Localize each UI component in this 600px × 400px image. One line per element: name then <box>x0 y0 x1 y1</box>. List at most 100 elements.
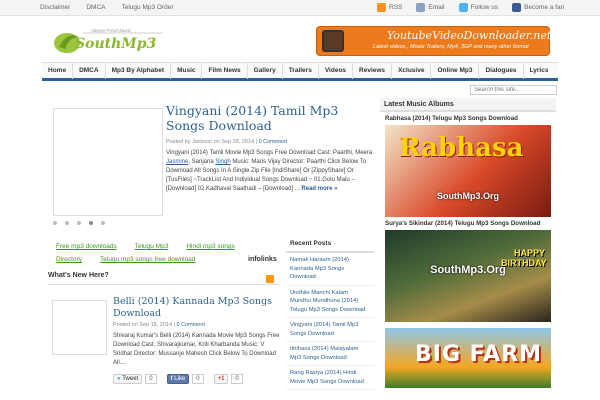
disclaimer-link[interactable]: Disclaimer <box>40 4 70 11</box>
recent-posts-heading: Recent Posts <box>286 240 374 253</box>
nav-xclusive[interactable]: Xclusive <box>392 63 432 79</box>
recent-post-link[interactable]: Namak Haraam (2014) Kannada Mp3 Songs Do… <box>286 253 374 286</box>
like-label: Like <box>174 376 186 382</box>
featured-comments[interactable]: 0 Comment <box>259 139 287 145</box>
slider-dot[interactable] <box>101 221 105 225</box>
nav-gallery[interactable]: Gallery <box>248 63 283 79</box>
tweet-button[interactable]: ● Tweet <box>113 374 143 384</box>
slider-dots <box>53 221 113 225</box>
post-title[interactable]: Belli (2014) Kannada Mp3 Songs Download <box>113 296 283 320</box>
sidebar-albums: Latest Music Albums Rabhasa (2014) Telug… <box>380 98 556 388</box>
rss-icon <box>377 3 386 12</box>
email-icon <box>416 3 426 12</box>
poster-title-art: BIG FARM <box>415 342 543 367</box>
ad-link[interactable]: Telugu Mp3 <box>135 243 169 250</box>
twitter-link[interactable]: Follow us <box>458 3 499 12</box>
ad-poster[interactable]: BIG FARM <box>385 328 551 388</box>
featured-byline: Posted by Jackson on Sep 28, 2014 <box>166 139 255 145</box>
post-date: Posted on Sep 18, 2014 <box>113 322 173 328</box>
nav-music[interactable]: Music <box>171 63 203 79</box>
post-meta: Posted on Sep 18, 2014 | 0 Comment <box>113 322 205 328</box>
recent-post-link[interactable]: Ithihasa (2014) Malayalam Mp3 Songs Down… <box>286 342 374 366</box>
featured-thumbnail[interactable] <box>53 108 163 216</box>
main-nav: Home DMCA Mp3 By Alphabet Music Film New… <box>42 62 558 81</box>
facebook-icon: f <box>170 376 173 382</box>
logo-text: SouthMp3 <box>75 36 157 52</box>
ad-links: Free mp3 downloads Telugu Mp3 Hindi mp3 … <box>56 243 276 269</box>
nav-home[interactable]: Home <box>42 63 74 79</box>
banner-subtitle: Latest videos , Movie Trailers, Mp4, 3GP… <box>373 44 529 50</box>
banner-title: YoutubeVideoDownloader.net <box>387 29 552 42</box>
recent-post-link[interactable]: Undhile Manchi Kalam Mundhu Mundhuna (20… <box>286 286 374 318</box>
ad-link[interactable]: Free mp3 downloads <box>56 243 117 250</box>
tv-icon <box>322 30 344 52</box>
infolinks-logo[interactable]: infolinks <box>248 256 277 263</box>
tweet-label: Tweet <box>122 376 139 382</box>
post-comments[interactable]: 0 Comment <box>177 322 205 328</box>
post-thumbnail[interactable] <box>52 300 107 355</box>
nav-film-news[interactable]: Film News <box>202 63 248 79</box>
nav-videos[interactable]: Videos <box>319 63 354 79</box>
album-poster[interactable]: HAPPY BIRTHDAY SouthMp3.Org <box>385 230 551 322</box>
nav-online-mp3[interactable]: Online Mp3 <box>431 63 480 79</box>
search-input[interactable] <box>470 85 557 95</box>
like-count: 0 <box>192 374 204 384</box>
jasmine-link[interactable]: Jasmine <box>166 159 188 165</box>
read-more-link[interactable]: Read more » <box>301 186 337 192</box>
ad-link[interactable]: Hindi mp3 songs <box>186 243 234 250</box>
top-links: Disclaimer DMCA Telugu Mp3 Order <box>40 4 190 11</box>
banner-ad[interactable]: YoutubeVideoDownloader.net Latest videos… <box>316 26 552 56</box>
rss-link[interactable]: RSS <box>377 3 402 12</box>
sidebar-heading: Latest Music Albums <box>380 98 556 112</box>
ad-link[interactable]: Directory <box>56 256 82 263</box>
logo-tagline: Always Fresh Music <box>91 28 132 33</box>
email-label: Email <box>428 4 445 11</box>
slider-dot[interactable] <box>53 221 57 225</box>
recent-post-link[interactable]: Vingyani (2014) Tamil Mp3 Songs Download <box>286 318 374 342</box>
slider-dot[interactable] <box>65 221 69 225</box>
excerpt-part: , Sanjana <box>188 159 216 165</box>
nav-dmca[interactable]: DMCA <box>73 63 106 79</box>
ad-link[interactable]: Telugu mp3 songs free download <box>100 256 195 263</box>
top-bar: Disclaimer DMCA Telugu Mp3 Order RSS Ema… <box>0 0 600 16</box>
like-button[interactable]: f Like <box>166 374 190 384</box>
tweet-count: 0 <box>145 374 157 384</box>
whats-new-heading: What's New Here? <box>48 272 278 285</box>
facebook-icon <box>512 3 522 12</box>
twitter-icon <box>458 3 468 12</box>
fan-label: Become a fan <box>524 4 565 11</box>
featured-slider: Vingyani (2014) Tamil Mp3 Songs Download… <box>48 98 373 233</box>
singh-link[interactable]: Singh <box>215 159 230 165</box>
recent-posts: Recent Posts Namak Haraam (2014) Kannada… <box>286 240 374 390</box>
telugu-order-link[interactable]: Telugu Mp3 Order <box>121 4 173 11</box>
follow-label: Follow us <box>470 4 499 11</box>
excerpt-part: Vingyani (2014) Tamil Movie Mp3 Songs Fr… <box>166 150 373 156</box>
album-poster[interactable]: Rabhasa SouthMp3.Org <box>385 125 551 217</box>
email-link[interactable]: Email <box>416 3 445 12</box>
featured-excerpt: Vingyani (2014) Tamil Movie Mp3 Songs Fr… <box>166 149 373 194</box>
poster-watermark: SouthMp3.Org <box>437 191 499 201</box>
recent-post-link[interactable]: Rang Rasiya (2014) Hindi Movie Mp3 Songs… <box>286 366 374 390</box>
social-links: RSS Email Follow us Become a fan <box>377 3 578 12</box>
dmca-top-link[interactable]: DMCA <box>86 4 105 11</box>
nav-trailers[interactable]: Trailers <box>283 63 319 79</box>
share-bar: ● Tweet 0 f Like 0 +1 0 <box>113 374 253 384</box>
nav-lyrics[interactable]: Lyrics <box>524 63 555 79</box>
site-logo[interactable]: Always Fresh Music SouthMp3 <box>53 23 173 59</box>
featured-meta: Posted by Jackson on Sep 28, 2014 | 0 Co… <box>166 139 287 145</box>
slider-dot-active[interactable] <box>89 221 93 225</box>
nav-mp3-by-alphabet[interactable]: Mp3 By Alphabet <box>106 63 172 79</box>
facebook-link[interactable]: Become a fan <box>512 3 564 12</box>
gplus-count: 0 <box>231 374 243 384</box>
nav-dialogues[interactable]: Dialogues <box>479 63 524 79</box>
rss-label: RSS <box>389 4 403 11</box>
poster-title-art: Rabhasa <box>399 133 524 163</box>
rss-icon[interactable] <box>266 275 274 283</box>
slider-dot[interactable] <box>77 221 81 225</box>
gplus-button[interactable]: +1 <box>213 374 229 384</box>
nav-reviews[interactable]: Reviews <box>353 63 393 79</box>
album-title[interactable]: Surya's Sikindar (2014) Telugu Mp3 Songs… <box>380 217 556 230</box>
poster-watermark: SouthMp3.Org <box>430 264 506 276</box>
featured-title[interactable]: Vingyani (2014) Tamil Mp3 Songs Download <box>166 103 366 133</box>
album-title[interactable]: Rabhasa (2014) Telugu Mp3 Songs Download <box>380 112 556 125</box>
